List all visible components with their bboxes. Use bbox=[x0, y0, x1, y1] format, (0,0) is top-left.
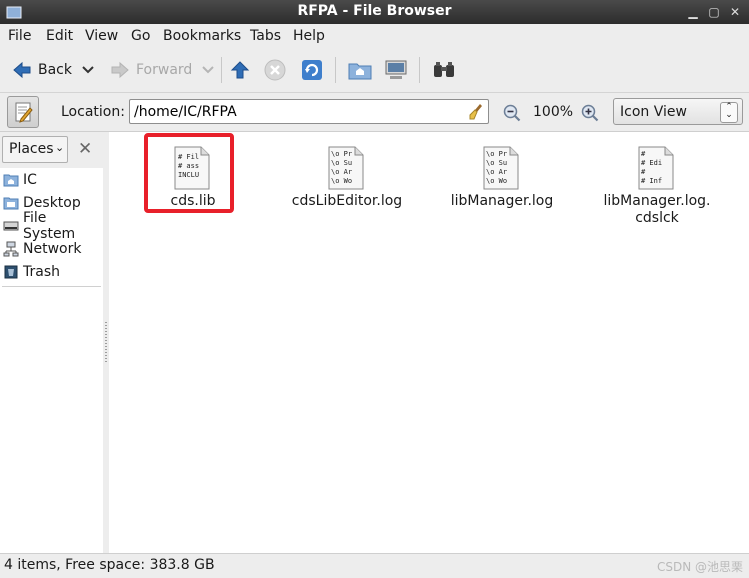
file-preview-line: \o Su bbox=[331, 159, 352, 167]
sidebar-item-ic[interactable]: IC bbox=[3, 170, 37, 190]
toolbar: Back Forward bbox=[0, 48, 749, 93]
computer-icon bbox=[385, 60, 407, 79]
minimize-icon[interactable]: ▁ bbox=[686, 5, 700, 19]
edit-text-icon bbox=[15, 102, 33, 123]
up-arrow-icon bbox=[230, 61, 250, 79]
file-preview-line: \o Su bbox=[486, 159, 507, 167]
file-name: libManager.log bbox=[450, 193, 554, 209]
location-input[interactable] bbox=[129, 99, 489, 124]
back-label: Back bbox=[38, 62, 72, 78]
trash-icon bbox=[4, 265, 18, 279]
text-file-icon: # # Edi # # Inf bbox=[638, 146, 674, 190]
file-name: libManager.log. cdslck bbox=[603, 193, 711, 226]
up-down-chevron-icon: ⌃ ⌄ bbox=[720, 102, 738, 123]
reload-button[interactable] bbox=[301, 48, 323, 92]
forward-history-dropdown[interactable] bbox=[202, 48, 214, 92]
search-button[interactable] bbox=[432, 48, 456, 92]
file-preview-line: # Edi bbox=[641, 159, 662, 167]
menu-go[interactable]: Go bbox=[131, 28, 150, 44]
toolbar-separator bbox=[335, 57, 336, 83]
menu-bar: File Edit View Go Bookmarks Tabs Help bbox=[0, 24, 749, 48]
sidebar-item-label: File System bbox=[22, 210, 76, 242]
annotation-highlight-box bbox=[144, 133, 234, 213]
computer-button[interactable] bbox=[384, 48, 408, 92]
home-folder-icon bbox=[348, 63, 372, 80]
chevron-down-icon bbox=[82, 66, 94, 74]
zoom-in-icon[interactable] bbox=[581, 104, 599, 122]
home-button[interactable] bbox=[348, 48, 372, 92]
places-sidebar: Places ⌄ ✕ IC Desktop File System Networ… bbox=[0, 132, 104, 553]
sidebar-item-label: IC bbox=[23, 172, 37, 188]
sidebar-item-label: Desktop bbox=[23, 195, 81, 211]
binoculars-icon bbox=[434, 62, 454, 77]
back-button[interactable]: Back bbox=[12, 48, 72, 92]
drive-icon bbox=[3, 221, 19, 231]
file-preview-line: \o Wo bbox=[486, 177, 507, 185]
maximize-icon[interactable]: ▢ bbox=[707, 5, 721, 19]
network-icon bbox=[3, 241, 19, 257]
sidebar-item-label: Trash bbox=[23, 264, 60, 280]
status-bar: 4 items, Free space: 383.8 GB CSDN @池思栗 bbox=[0, 553, 749, 578]
reload-icon bbox=[302, 60, 322, 80]
location-label: Location: bbox=[61, 104, 125, 120]
text-file-icon: \o Pr \o Su \o Ar \o Wo bbox=[328, 146, 364, 190]
zoom-level: 100% bbox=[533, 104, 574, 120]
close-sidebar-icon[interactable]: ✕ bbox=[78, 140, 96, 158]
home-folder-icon bbox=[3, 174, 19, 187]
zoom-out-icon[interactable] bbox=[503, 104, 521, 122]
places-dropdown[interactable]: Places ⌄ bbox=[2, 136, 68, 163]
view-mode-select[interactable]: Icon View ⌃ ⌄ bbox=[613, 98, 743, 125]
menu-help[interactable]: Help bbox=[293, 28, 325, 44]
location-edit-toggle[interactable] bbox=[7, 96, 39, 128]
desktop-folder-icon bbox=[3, 197, 19, 210]
menu-bookmarks[interactable]: Bookmarks bbox=[163, 28, 241, 44]
file-preview-line: # Inf bbox=[641, 177, 662, 185]
clear-broom-icon[interactable] bbox=[468, 103, 486, 121]
chevron-down-icon bbox=[202, 66, 214, 74]
menu-view[interactable]: View bbox=[85, 28, 118, 44]
back-arrow-icon bbox=[13, 61, 31, 79]
close-window-icon[interactable]: ✕ bbox=[728, 5, 742, 19]
menu-edit[interactable]: Edit bbox=[46, 28, 73, 44]
file-preview-line: \o Ar bbox=[486, 168, 507, 176]
text-file-icon: \o Pr \o Su \o Ar \o Wo bbox=[483, 146, 519, 190]
menu-tabs[interactable]: Tabs bbox=[250, 28, 281, 44]
view-mode-value: Icon View bbox=[620, 104, 687, 120]
toolbar-separator bbox=[221, 57, 222, 83]
location-bar: Location: 100% Icon View ⌃⌄ bbox=[0, 93, 749, 132]
file-preview-line: \o Pr bbox=[486, 150, 507, 158]
chevron-down-icon: ⌄ bbox=[55, 141, 65, 154]
forward-button[interactable]: Forward bbox=[110, 48, 192, 92]
forward-arrow-icon bbox=[111, 61, 129, 79]
sidebar-item-file-system[interactable]: File System bbox=[3, 210, 103, 242]
back-history-dropdown[interactable] bbox=[82, 48, 94, 92]
file-preview-line: \o Pr bbox=[331, 150, 352, 158]
menu-file[interactable]: File bbox=[8, 28, 31, 44]
stop-icon bbox=[264, 59, 286, 81]
sidebar-item-trash[interactable]: Trash bbox=[3, 262, 60, 282]
title-bar: RFPA - File Browser ▁ ▢ ✕ bbox=[0, 0, 749, 24]
status-text: 4 items, Free space: 383.8 GB bbox=[4, 557, 215, 573]
stop-button[interactable] bbox=[264, 48, 286, 92]
file-name: cdsLibEditor.log bbox=[291, 193, 403, 209]
sidebar-item-label: Network bbox=[23, 241, 82, 257]
sidebar-item-network[interactable]: Network bbox=[3, 239, 81, 259]
forward-label: Forward bbox=[136, 62, 193, 78]
places-label: Places bbox=[9, 141, 54, 157]
sidebar-divider bbox=[2, 286, 101, 287]
window-title: RFPA - File Browser bbox=[297, 3, 452, 19]
up-button[interactable] bbox=[230, 48, 250, 92]
sidebar-header: Places ⌄ ✕ bbox=[0, 132, 103, 168]
file-preview-line: \o Wo bbox=[331, 177, 352, 185]
watermark: CSDN @池思栗 bbox=[656, 560, 743, 574]
file-preview-line: \o Ar bbox=[331, 168, 352, 176]
toolbar-separator bbox=[419, 57, 420, 83]
